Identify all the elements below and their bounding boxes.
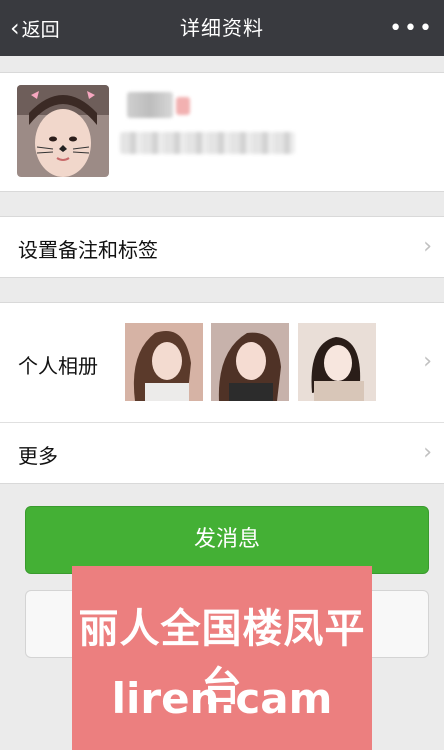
personal-album-row[interactable]: 个人相册 ›: [0, 302, 444, 423]
personal-album-label: 个人相册: [18, 354, 98, 378]
set-remark-and-tags-row[interactable]: 设置备注和标签 ›: [0, 216, 444, 278]
blurred-nickname: [127, 92, 173, 118]
album-thumbnail: [125, 323, 203, 401]
chevron-right-icon: ›: [423, 440, 432, 465]
watermark-url: liren.cam: [111, 674, 333, 723]
page-title: 详细资料: [180, 16, 264, 40]
chevron-right-icon: ›: [423, 234, 432, 259]
blurred-gender-mark: [176, 97, 190, 115]
avatar-image: [17, 85, 109, 177]
blurred-wechat-id: [120, 132, 295, 154]
chevron-right-icon: ›: [423, 349, 432, 374]
avatar[interactable]: [17, 85, 109, 177]
divider: [18, 422, 444, 423]
set-remark-label: 设置备注和标签: [18, 238, 158, 262]
navigation-bar: ‹ 返回 详细资料 •••: [0, 0, 444, 56]
album-thumbnail: [298, 323, 376, 401]
more-options-button[interactable]: •••: [389, 0, 434, 56]
send-message-button[interactable]: 发消息: [25, 506, 429, 574]
profile-card: [0, 72, 444, 192]
watermark-banner: 丽人全国楼凤平台 liren.cam: [72, 566, 372, 750]
album-thumbnail: [211, 323, 289, 401]
more-row[interactable]: 更多 ›: [0, 422, 444, 484]
more-label: 更多: [18, 444, 58, 468]
